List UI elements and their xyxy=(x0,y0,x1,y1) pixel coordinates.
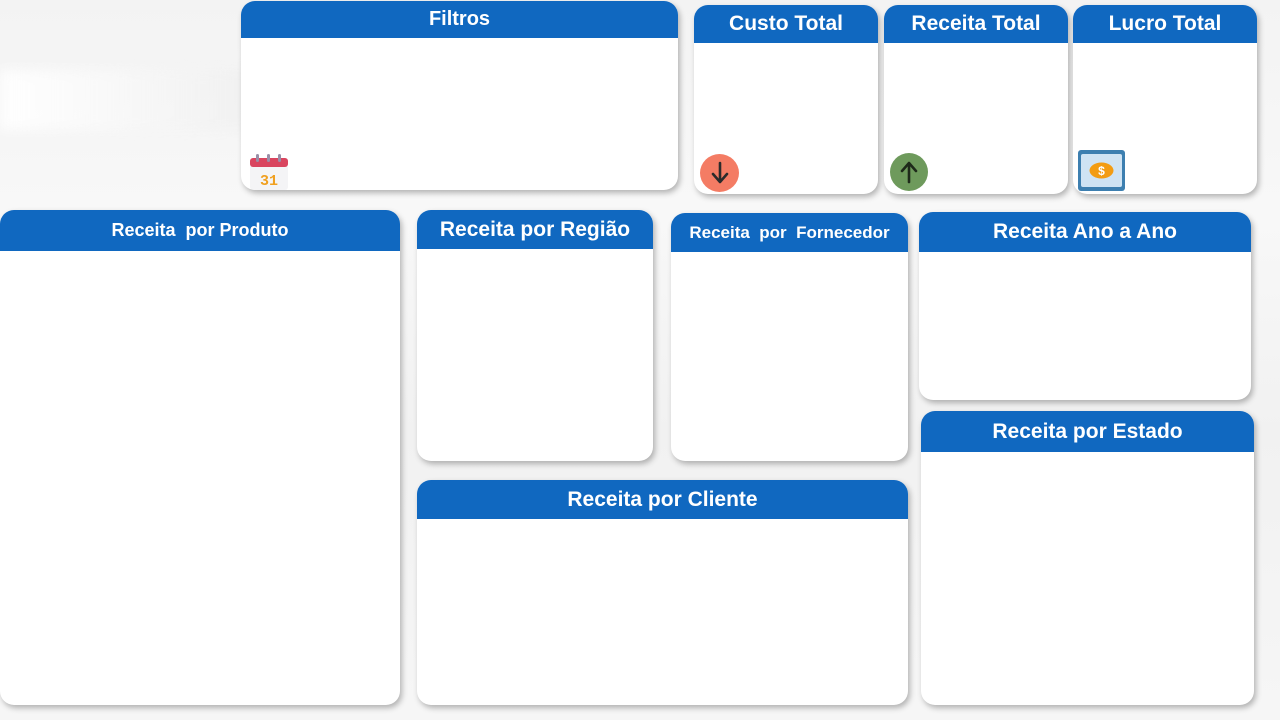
total-profit-card-title: Lucro Total xyxy=(1073,5,1257,43)
revenue-by-supplier-card: Receita por Fornecedor xyxy=(671,213,908,461)
revenue-by-region-card-title: Receita por Região xyxy=(417,210,653,249)
revenue-by-state-card: Receita por Estado xyxy=(921,411,1254,705)
total-revenue-card: Receita Total xyxy=(884,5,1068,194)
total-cost-card-title: Custo Total xyxy=(694,5,878,43)
revenue-by-region-card: Receita por Região xyxy=(417,210,653,461)
total-cost-card: Custo Total xyxy=(694,5,878,194)
revenue-by-supplier-card-title: Receita por Fornecedor xyxy=(671,213,908,252)
filters-card-title: Filtros xyxy=(241,1,678,38)
total-profit-card: Lucro Total $ xyxy=(1073,5,1257,194)
arrow-up-icon xyxy=(890,153,928,191)
revenue-by-product-card-title: Receita por Produto xyxy=(0,210,400,251)
revenue-by-customer-card-title: Receita por Cliente xyxy=(417,480,908,519)
calendar-icon: 31 xyxy=(249,153,289,190)
filters-card: Filtros 31 xyxy=(241,1,678,190)
money-icon: $ xyxy=(1077,149,1126,192)
svg-text:$: $ xyxy=(1098,164,1105,178)
revenue-by-customer-card: Receita por Cliente xyxy=(417,480,908,705)
revenue-by-product-card: Receita por Produto xyxy=(0,210,400,705)
background-streak xyxy=(0,70,260,130)
revenue-by-state-card-title: Receita por Estado xyxy=(921,411,1254,452)
calendar-day-label: 31 xyxy=(260,173,278,190)
revenue-year-over-year-card-title: Receita Ano a Ano xyxy=(919,212,1251,252)
revenue-year-over-year-card: Receita Ano a Ano xyxy=(919,212,1251,400)
arrow-down-icon xyxy=(700,154,739,192)
total-revenue-card-title: Receita Total xyxy=(884,5,1068,43)
